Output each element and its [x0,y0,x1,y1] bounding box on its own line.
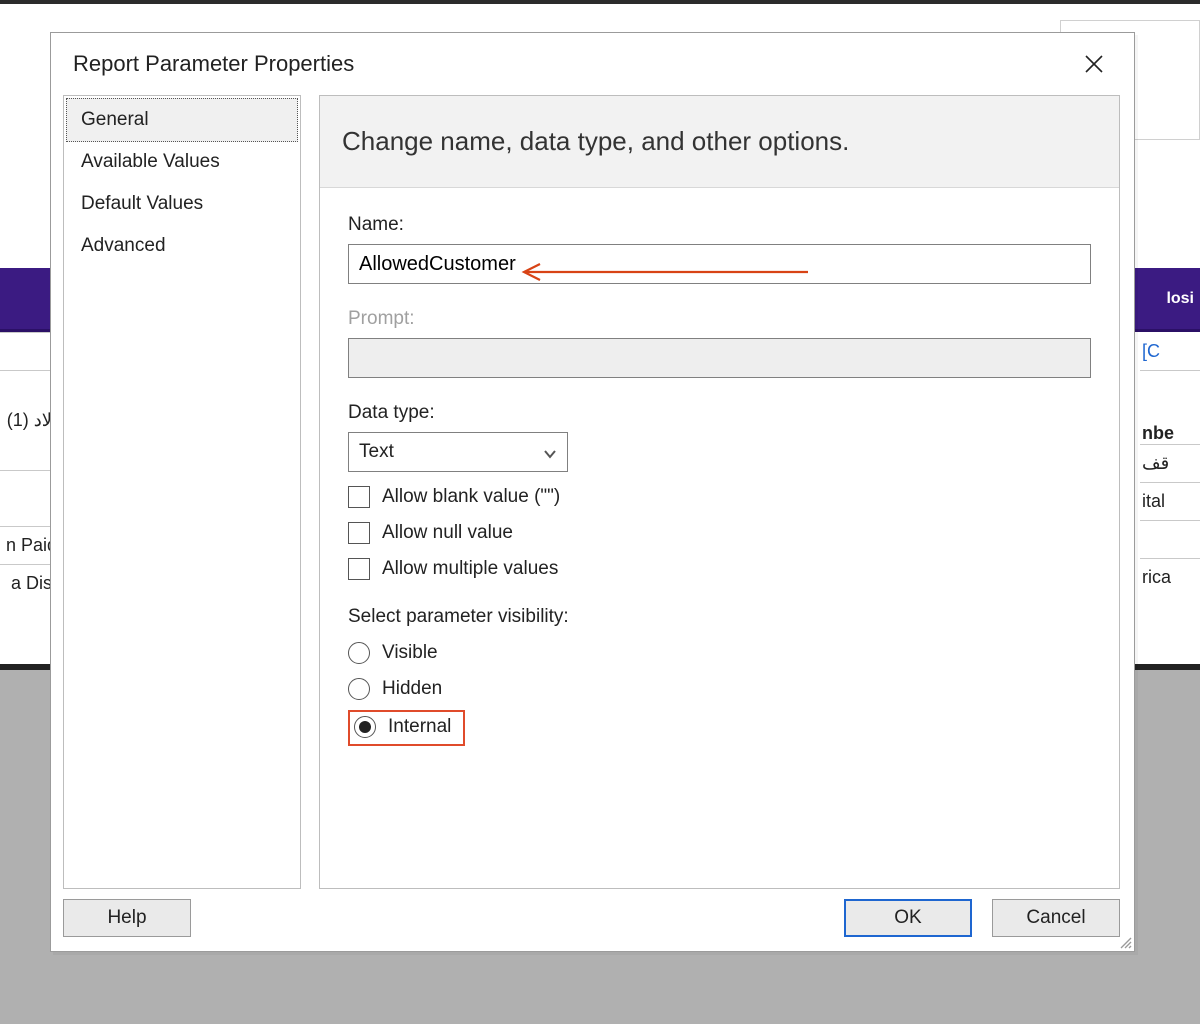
allow-blank-label: Allow blank value ("") [382,486,560,508]
ok-button[interactable]: OK [844,899,972,937]
bg-right-row: rica [1140,558,1200,596]
help-button[interactable]: Help [63,899,191,937]
sidebar-item-available-values[interactable]: Available Values [67,141,297,183]
radio-icon [348,642,370,664]
dialog-title: Report Parameter Properties [73,51,354,77]
bg-right-row: قف [1140,444,1200,482]
sidebar-item-label: General [81,109,149,130]
sidebar-item-general[interactable]: General [66,98,298,142]
resize-grip-icon[interactable] [1118,935,1132,949]
visibility-heading: Select parameter visibility: [348,606,1091,628]
dialog-sidebar: General Available Values Default Values … [63,95,301,889]
data-type-label: Data type: [348,402,1091,424]
report-parameter-properties-dialog: Report Parameter Properties General Avai… [50,32,1135,952]
allow-multiple-label: Allow multiple values [382,558,558,580]
bg-top-border [0,0,1200,4]
bg-right-row [1140,520,1200,558]
data-type-value: Text [359,441,394,463]
allow-blank-checkbox-row[interactable]: Allow blank value ("") [348,486,1091,508]
data-type-select[interactable]: Text [348,432,568,472]
visibility-visible-label: Visible [382,642,438,664]
sidebar-item-default-values[interactable]: Default Values [67,183,297,225]
dialog-main-panel: Change name, data type, and other option… [319,95,1120,889]
sidebar-item-label: Default Values [81,193,203,214]
visibility-internal-label: Internal [388,716,451,738]
close-icon [1084,54,1104,74]
allow-null-label: Allow null value [382,522,513,544]
bg-purple-header-text: losi [1166,290,1194,308]
visibility-hidden-radio[interactable]: Hidden [348,678,1091,700]
dialog-footer: Help OK Cancel [51,889,1134,951]
sidebar-item-advanced[interactable]: Advanced [67,225,297,267]
bg-right-row: [C [1140,332,1200,370]
prompt-input [348,338,1091,378]
sidebar-item-label: Advanced [81,235,166,256]
dialog-body: General Available Values Default Values … [51,95,1134,889]
dialog-titlebar: Report Parameter Properties [51,33,1134,95]
prompt-label: Prompt: [348,308,1091,330]
visibility-internal-radio[interactable]: Internal [348,710,465,746]
visibility-visible-radio[interactable]: Visible [348,642,1091,664]
name-field-group: Name: [348,214,1091,284]
name-label: Name: [348,214,1091,236]
checkbox-icon [348,486,370,508]
panel-content: Name: Prompt: Data type: Text [320,188,1119,766]
cancel-button[interactable]: Cancel [992,899,1120,937]
checkbox-icon [348,522,370,544]
radio-dot-icon [359,721,371,733]
allow-multiple-checkbox-row[interactable]: Allow multiple values [348,558,1091,580]
checkbox-icon [348,558,370,580]
visibility-radio-group: Visible Hidden Internal [348,642,1091,746]
radio-icon [354,716,376,738]
bg-right-row: ital [1140,482,1200,520]
sidebar-item-label: Available Values [81,151,220,172]
radio-icon [348,678,370,700]
name-input[interactable] [348,244,1091,284]
bg-right-column: [C nbe قف ital rica [1140,332,1200,684]
bg-right-row: nbe [1140,370,1200,444]
allow-null-checkbox-row[interactable]: Allow null value [348,522,1091,544]
chevron-down-icon [543,445,557,459]
visibility-hidden-label: Hidden [382,678,442,700]
panel-heading: Change name, data type, and other option… [320,96,1119,188]
close-button[interactable] [1074,44,1114,84]
